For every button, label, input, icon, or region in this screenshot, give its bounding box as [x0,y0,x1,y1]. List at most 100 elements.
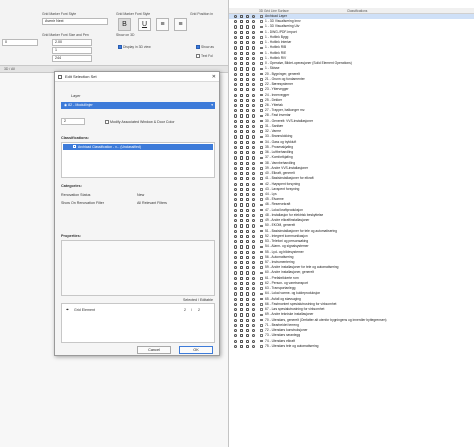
visibility-eye-icon[interactable] [234,62,238,66]
wireframe-icon[interactable] [246,224,250,228]
wireframe-icon[interactable] [246,119,250,123]
wireframe-icon[interactable] [246,151,250,155]
layer-3d-icon[interactable] [252,287,256,291]
layer-3d-icon[interactable] [252,156,256,160]
lock-icon[interactable] [240,67,244,71]
layer-3d-icon[interactable] [252,203,256,207]
modify-color-checkbox[interactable]: Modify Associated Window & Door Color [105,120,175,125]
lock-icon[interactable] [240,329,244,333]
wireframe-icon[interactable] [246,98,250,102]
layer-3d-icon[interactable] [252,35,256,40]
visibility-eye-icon[interactable] [234,161,238,165]
visibility-eye-icon[interactable] [234,83,238,87]
layer-3d-icon[interactable] [252,56,256,61]
visibility-eye-icon[interactable] [234,56,238,61]
layer-3d-icon[interactable] [252,177,256,181]
visibility-eye-icon[interactable] [234,308,238,312]
lock-icon[interactable] [240,177,244,181]
lock-icon[interactable] [240,172,244,176]
left-value-field[interactable]: 0 [2,39,38,46]
layer-3d-icon[interactable] [252,140,256,144]
bold-button[interactable]: B [118,18,131,31]
lock-icon[interactable] [240,156,244,160]
wireframe-icon[interactable] [246,276,250,280]
visibility-eye-icon[interactable] [234,245,238,249]
lock-icon[interactable] [240,318,244,322]
lock-icon[interactable] [240,35,244,40]
visibility-eye-icon[interactable] [234,240,238,244]
lock-icon[interactable] [240,109,244,113]
lock-icon[interactable] [240,124,244,129]
visibility-eye-icon[interactable] [234,323,238,328]
lock-icon[interactable] [240,276,244,280]
wireframe-icon[interactable] [246,255,250,259]
wireframe-icon[interactable] [246,83,250,87]
visibility-eye-icon[interactable] [234,297,238,301]
lock-icon[interactable] [240,114,244,118]
lock-icon[interactable] [240,240,244,244]
lock-icon[interactable] [240,135,244,139]
lock-icon[interactable] [240,25,244,29]
column-3d-header[interactable]: 3D Grid Line Surface [259,9,289,13]
lock-icon[interactable] [240,46,244,50]
wireframe-icon[interactable] [246,213,250,218]
visibility-eye-icon[interactable] [234,166,238,170]
lock-icon[interactable] [240,103,244,108]
wireframe-icon[interactable] [246,93,250,97]
layer-3d-icon[interactable] [252,308,256,312]
lock-icon[interactable] [240,313,244,317]
wireframe-icon[interactable] [246,287,250,291]
visibility-eye-icon[interactable] [234,30,238,34]
layer-select[interactable]: ◉ 82 - Modullinjer ▾ [61,102,215,109]
wireframe-icon[interactable] [246,15,250,19]
lock-icon[interactable] [240,308,244,312]
visibility-eye-icon[interactable] [234,182,238,186]
lock-icon[interactable] [240,245,244,249]
layer-3d-icon[interactable] [252,329,256,333]
wireframe-icon[interactable] [246,51,250,55]
wireframe-icon[interactable] [246,30,250,34]
layer-3d-icon[interactable] [252,250,256,254]
visibility-eye-icon[interactable] [234,208,238,212]
wireframe-icon[interactable] [246,35,250,40]
wireframe-icon[interactable] [246,177,250,181]
wireframe-icon[interactable] [246,145,250,150]
classification-row[interactable]: Archicad Classification - v... (Unclassi… [63,144,213,150]
visibility-eye-icon[interactable] [234,187,238,191]
wireframe-icon[interactable] [246,130,250,134]
lock-icon[interactable] [240,151,244,155]
lock-icon[interactable] [240,344,244,348]
lock-icon[interactable] [240,93,244,97]
wireframe-icon[interactable] [246,114,250,118]
layer-3d-icon[interactable] [252,276,256,280]
wireframe-icon[interactable] [246,140,250,144]
wireframe-icon[interactable] [246,297,250,301]
layer-3d-icon[interactable] [252,30,256,34]
pen-field[interactable]: 2 [61,118,85,125]
layer-3d-icon[interactable] [252,255,256,259]
visibility-eye-icon[interactable] [234,67,238,71]
layer-3d-icon[interactable] [252,172,256,176]
visibility-eye-icon[interactable] [234,151,238,155]
close-icon[interactable]: ✕ [212,72,216,82]
lock-icon[interactable] [240,182,244,186]
visibility-eye-icon[interactable] [234,124,238,129]
layer-3d-icon[interactable] [252,245,256,249]
lock-icon[interactable] [240,72,244,76]
wireframe-icon[interactable] [246,219,250,223]
wireframe-icon[interactable] [246,292,250,296]
layer-3d-icon[interactable] [252,271,256,275]
wireframe-icon[interactable] [246,208,250,212]
wireframe-icon[interactable] [246,318,250,322]
lock-icon[interactable] [240,234,244,239]
layer-3d-icon[interactable] [252,229,256,233]
lock-icon[interactable] [240,261,244,265]
wireframe-icon[interactable] [246,203,250,207]
ok-button[interactable]: OK [179,346,213,354]
lock-icon[interactable] [240,30,244,34]
lock-icon[interactable] [240,266,244,270]
layer-3d-icon[interactable] [252,198,256,202]
visibility-eye-icon[interactable] [234,271,238,275]
visibility-eye-icon[interactable] [234,192,238,197]
layer-3d-icon[interactable] [252,334,256,338]
